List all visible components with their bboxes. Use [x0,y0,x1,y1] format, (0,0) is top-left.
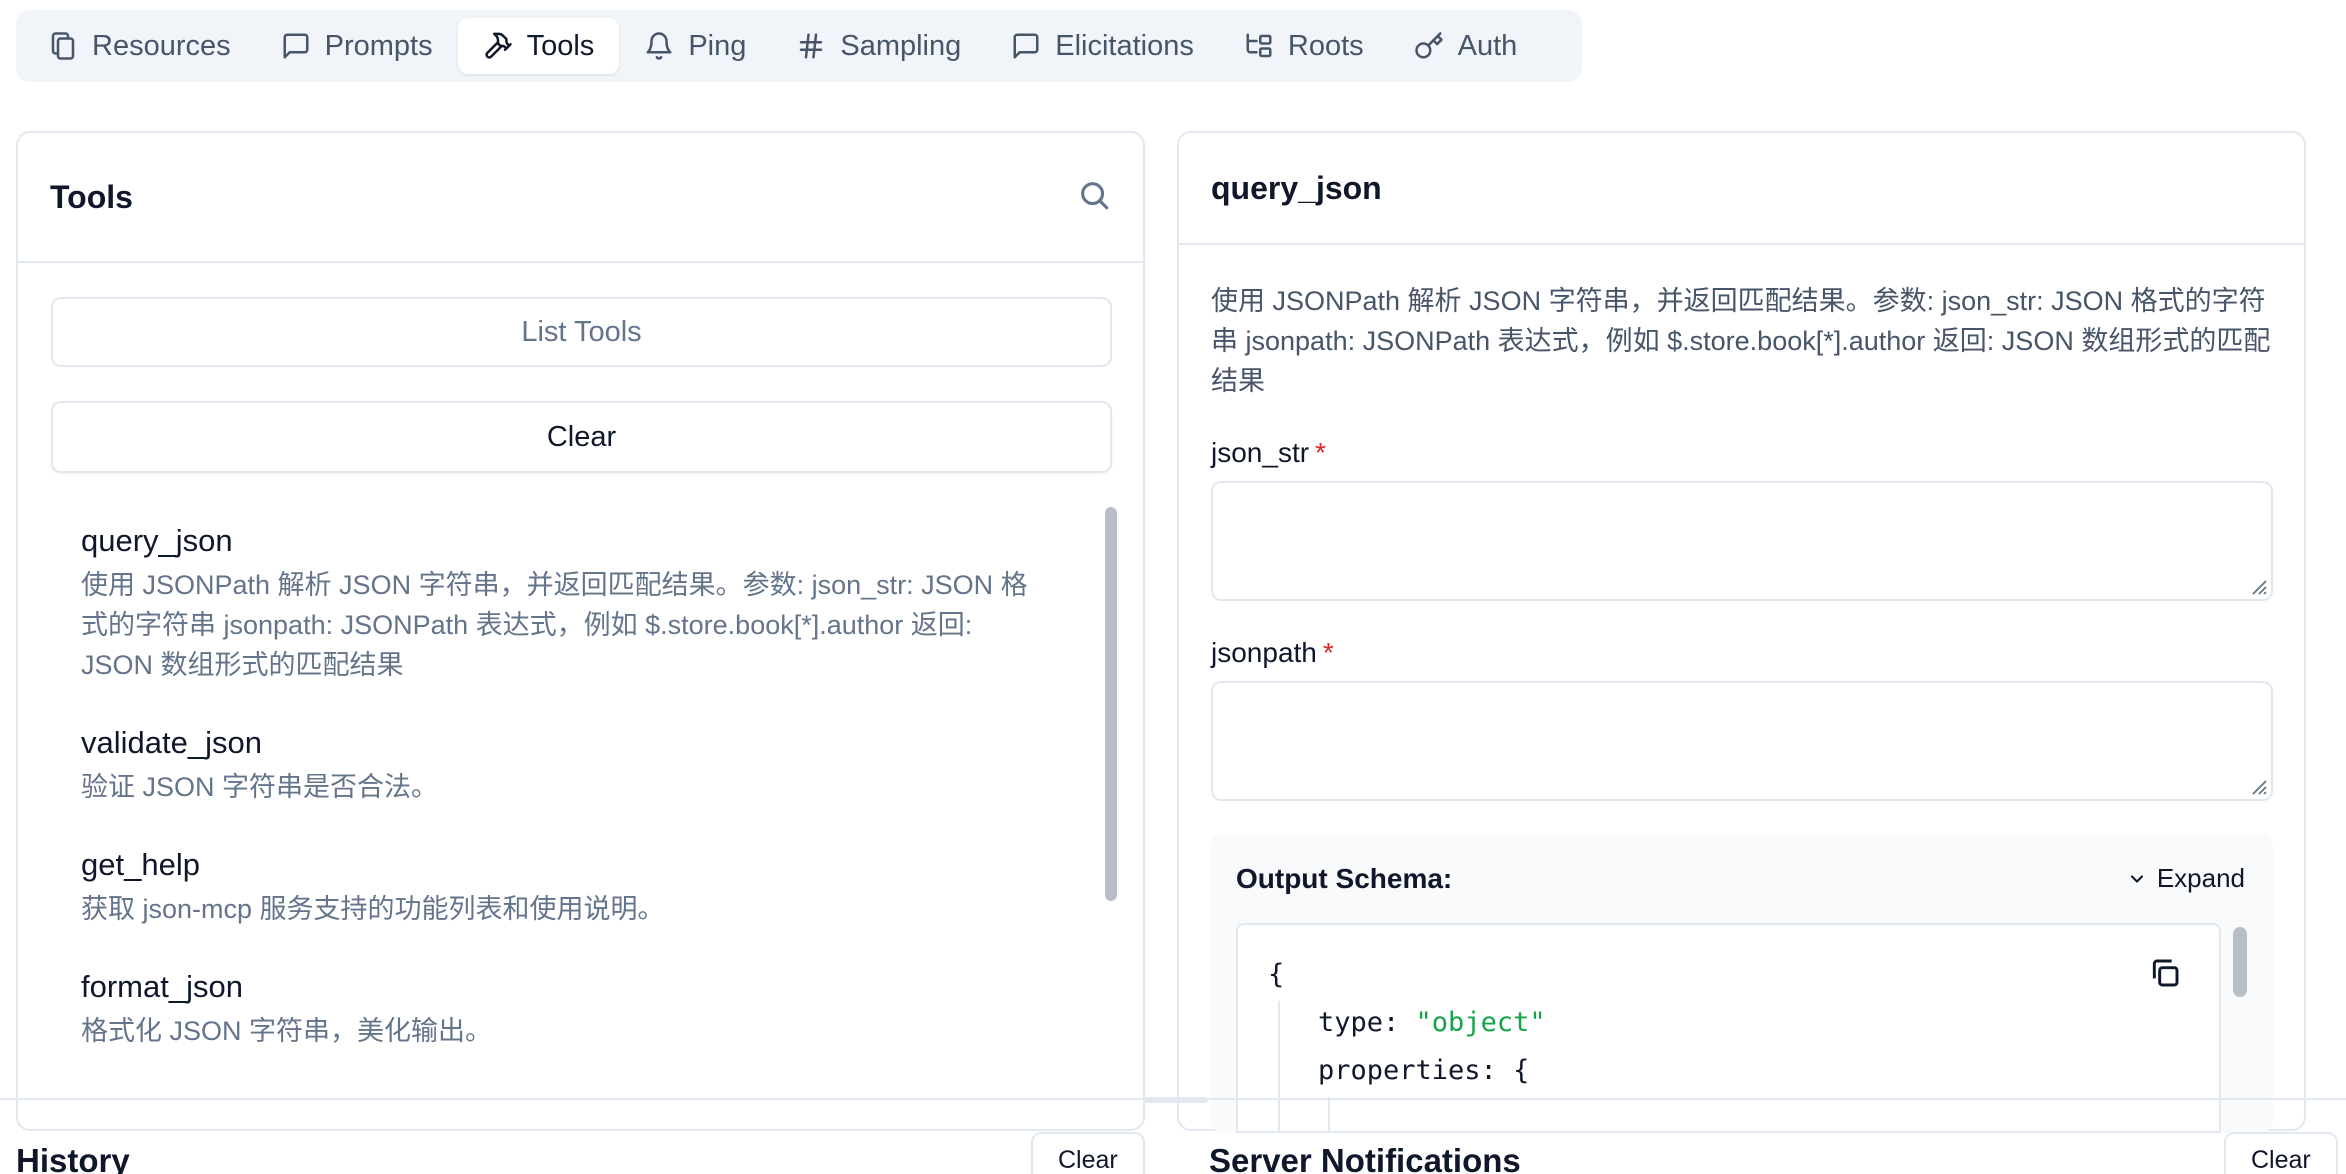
tab-ping[interactable]: Ping [619,18,771,74]
code-open-brace: { [1268,959,1285,990]
message-square-icon [283,33,309,59]
tab-tools[interactable]: Tools [457,18,620,74]
tool-name: validate_json [81,725,262,760]
tab-label: Elicitations [1055,29,1194,62]
json-str-input[interactable] [1211,481,2273,601]
code-type-line: type: "object" [1318,1007,1546,1038]
resize-grip-icon[interactable] [2245,573,2267,595]
message-square-icon [1013,33,1039,59]
tab-elicitations[interactable]: Elicitations [986,18,1219,74]
json-str-label: json_str * [1211,437,1326,469]
expand-label: Expand [2156,863,2245,893]
server-notifications-title: Server Notifications [1209,1142,1521,1174]
tool-description: 获取 json-mcp 服务支持的功能列表和使用说明。 [81,894,665,924]
files-icon [51,32,75,60]
tool-detail-description: 使用 JSONPath 解析 JSON 字符串，并返回匹配结果。参数: json… [1211,286,2271,396]
required-mark: * [1322,637,1334,668]
history-title: History [16,1142,130,1174]
folder-tree-icon [1246,33,1272,58]
hash-icon [800,33,823,59]
code-brace: { [1513,1055,1530,1086]
tab-prompts[interactable]: Prompts [256,18,458,74]
copy-button[interactable] [2149,957,2181,996]
tool-description: 格式化 JSON 字符串，美化输出。 [81,1016,493,1046]
tab-label: Auth [1457,29,1518,62]
tool-detail-panel: query_json 使用 JSONPath 解析 JSON 字符串，并返回匹配… [1177,131,2306,1133]
tab-label: Sampling [840,29,962,62]
tools-panel-title: Tools [50,178,133,215]
tool-item-query-json[interactable]: query_json 使用 JSONPath 解析 JSON 字符串，并返回匹配… [51,503,1091,705]
tool-description: 使用 JSONPath 解析 JSON 字符串，并返回匹配结果。参数: json… [81,570,1028,680]
code-string-value: "object" [1415,1007,1546,1038]
code-properties-line: properties: { [1318,1055,1529,1086]
tool-list: query_json 使用 JSONPath 解析 JSON 字符串，并返回匹配… [51,503,1091,1133]
tool-name: get_help [81,847,200,882]
clear-tools-button[interactable]: Clear [51,401,1112,473]
tool-name: query_json [81,523,233,558]
history-clear-button[interactable]: Clear [1031,1132,1145,1174]
indent-guide [1328,1097,1330,1131]
copy-icon [2152,959,2179,987]
resize-grip-icon[interactable] [2245,773,2267,795]
jsonpath-input[interactable] [1211,681,2273,801]
resize-handle[interactable] [1144,1097,1208,1103]
code-key: properties: [1318,1055,1497,1086]
notifications-clear-button[interactable]: Clear [2224,1132,2338,1174]
tool-detail-header: query_json [1179,133,2304,245]
jsonpath-label: jsonpath * [1211,637,1334,669]
tab-label: Resources [92,29,231,62]
tab-bar: Resources Prompts Tools Ping Sampling El… [16,10,1582,82]
tab-label: Ping [688,29,747,62]
tools-panel-header: Tools [18,133,1143,263]
tab-resources[interactable]: Resources [23,18,256,74]
search-button[interactable] [1077,178,1111,217]
tab-auth[interactable]: Auth [1389,18,1543,74]
code-scrollbar[interactable] [2233,927,2247,997]
hammer-icon [484,32,512,59]
tab-roots[interactable]: Roots [1219,18,1389,74]
tool-item-get-help[interactable]: get_help 获取 json-mcp 服务支持的功能列表和使用说明。 [51,827,1091,949]
tool-item-format-json[interactable]: format_json 格式化 JSON 字符串，美化输出。 [51,949,1091,1071]
expand-button[interactable]: Expand [2127,863,2245,894]
tab-sampling[interactable]: Sampling [771,18,986,74]
output-schema-title: Output Schema: [1236,863,1453,894]
output-schema-section: Output Schema: Expand { type: "object" p… [1211,833,2273,1133]
tool-list-scrollbar[interactable] [1105,507,1117,901]
code-key: type: [1318,1007,1400,1038]
search-icon [1081,181,1109,209]
tab-label: Tools [526,29,595,62]
field-label-text: json_str [1211,437,1310,468]
indent-guide [1278,1001,1280,1131]
tools-panel: Tools List Tools Clear query_json 使用 JSO… [16,131,1145,1131]
tool-detail-title: query_json [1211,169,1382,206]
output-schema-code: { type: "object" properties: { [1236,923,2221,1133]
tab-label: Roots [1287,29,1364,62]
bell-icon [646,32,672,60]
chevron-down-icon [2130,874,2143,883]
tab-label: Prompts [324,29,433,62]
field-label-text: jsonpath [1211,637,1317,668]
tool-item-validate-json[interactable]: validate_json 验证 JSON 字符串是否合法。 [51,705,1091,827]
tool-name: format_json [81,969,243,1004]
tool-description: 验证 JSON 字符串是否合法。 [81,772,439,802]
required-mark: * [1315,437,1326,468]
key-icon [1414,32,1443,59]
list-tools-button[interactable]: List Tools [51,297,1112,367]
